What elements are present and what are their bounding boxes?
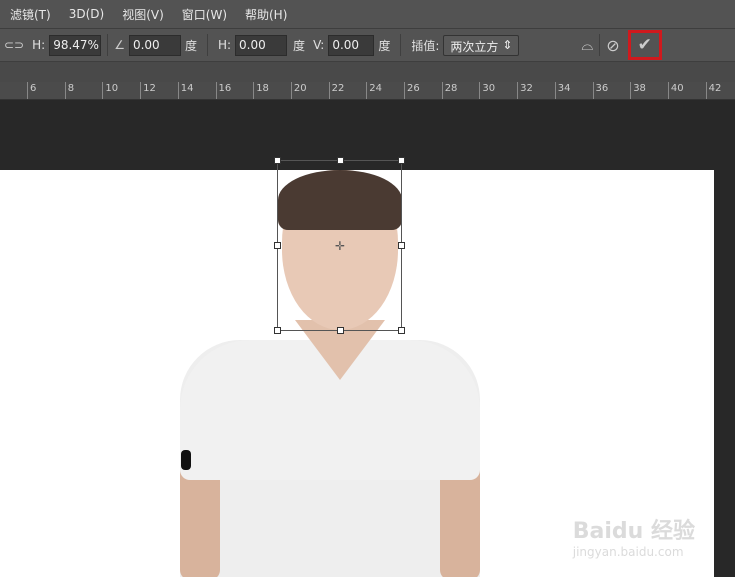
- menu-bar: 滤镜(T) 3D(D) 视图(V) 窗口(W) 帮助(H): [0, 0, 735, 28]
- ruler-tick-label: 38: [630, 82, 646, 99]
- height-label: H:: [32, 38, 46, 52]
- commit-button[interactable]: ✔: [627, 30, 662, 60]
- horizontal-ruler[interactable]: 6 8 10 12 14 16 18 20 22 24 26 28 30 32 34 36 38 40 42: [0, 82, 735, 100]
- degree-label: 度: [293, 38, 306, 53]
- ruler-tick-label: 32: [517, 82, 533, 99]
- ruler-tick-label: 18: [253, 82, 269, 99]
- ruler-tick-label: 36: [592, 82, 608, 99]
- ruler-tick-label: 10: [102, 82, 118, 99]
- divider: [599, 34, 601, 56]
- degree-label: 度: [184, 38, 197, 53]
- updown-icon: ⇕: [502, 37, 513, 52]
- interpolation-select[interactable]: 两次立方 ⇕: [443, 34, 520, 56]
- divider: [206, 34, 208, 56]
- cancel-icon[interactable]: ⊘: [606, 36, 619, 55]
- ruler-tick-label: 42: [705, 82, 721, 99]
- reference-point-icon[interactable]: ✛: [335, 239, 345, 253]
- angle-icon: ∠: [114, 38, 125, 52]
- ruler-tick-label: 8: [64, 82, 74, 99]
- transform-handle[interactable]: [398, 327, 405, 334]
- ruler-tick-label: 14: [177, 82, 194, 99]
- link-icon[interactable]: ⊂⊃: [4, 38, 24, 52]
- ruler-tick-label: 20: [290, 82, 307, 99]
- interpolation-label: 插值:: [411, 38, 440, 53]
- transform-handle[interactable]: [274, 327, 281, 334]
- ruler-tick-label: 34: [554, 82, 571, 99]
- checkmark-icon: ✔: [637, 35, 652, 55]
- transform-handle[interactable]: [398, 157, 405, 164]
- warp-icon[interactable]: ⌓: [581, 36, 593, 54]
- ruler-tick-label: 16: [215, 82, 231, 99]
- transform-handle[interactable]: [274, 157, 281, 164]
- options-bar: ⊂⊃ H: 98.47% ∠ 0.00 度 H: 0.00 度 V: 0.00 …: [0, 28, 735, 62]
- transform-handle[interactable]: [337, 327, 344, 334]
- ruler-tick-label: 24: [366, 82, 382, 99]
- ruler-tick-label: 12: [140, 82, 156, 99]
- transform-handle[interactable]: [274, 242, 281, 249]
- height-input[interactable]: 98.47%: [49, 34, 102, 56]
- divider: [107, 34, 109, 56]
- transform-handle[interactable]: [398, 242, 405, 249]
- ruler-tick-label: 6: [27, 82, 36, 99]
- rotate-input[interactable]: 0.00: [128, 34, 181, 56]
- degree-label: 度: [378, 38, 391, 53]
- ruler-tick-label: 26: [404, 82, 420, 99]
- v-skew-input[interactable]: 0.00: [328, 34, 375, 56]
- ruler-tick-label: 22: [328, 82, 344, 99]
- menu-filter[interactable]: 滤镜(T): [10, 6, 51, 23]
- ruler-tick-label: 40: [667, 82, 684, 99]
- ruler-tick-label: 30: [479, 82, 495, 99]
- menu-view[interactable]: 视图(V): [122, 6, 164, 23]
- menu-help[interactable]: 帮助(H): [245, 6, 287, 23]
- h-skew-label: H:: [217, 38, 232, 52]
- divider: [400, 34, 402, 56]
- transform-handle[interactable]: [337, 157, 344, 164]
- menu-3d[interactable]: 3D(D): [69, 7, 104, 21]
- ruler-tick-label: 28: [441, 82, 457, 99]
- baidu-watermark: Baidu 经验 jingyan.baidu.com: [572, 519, 695, 559]
- v-skew-label: V:: [313, 38, 325, 52]
- h-skew-input[interactable]: 0.00: [235, 34, 288, 56]
- menu-window[interactable]: 窗口(W): [182, 6, 227, 23]
- tab-strip: [0, 62, 735, 82]
